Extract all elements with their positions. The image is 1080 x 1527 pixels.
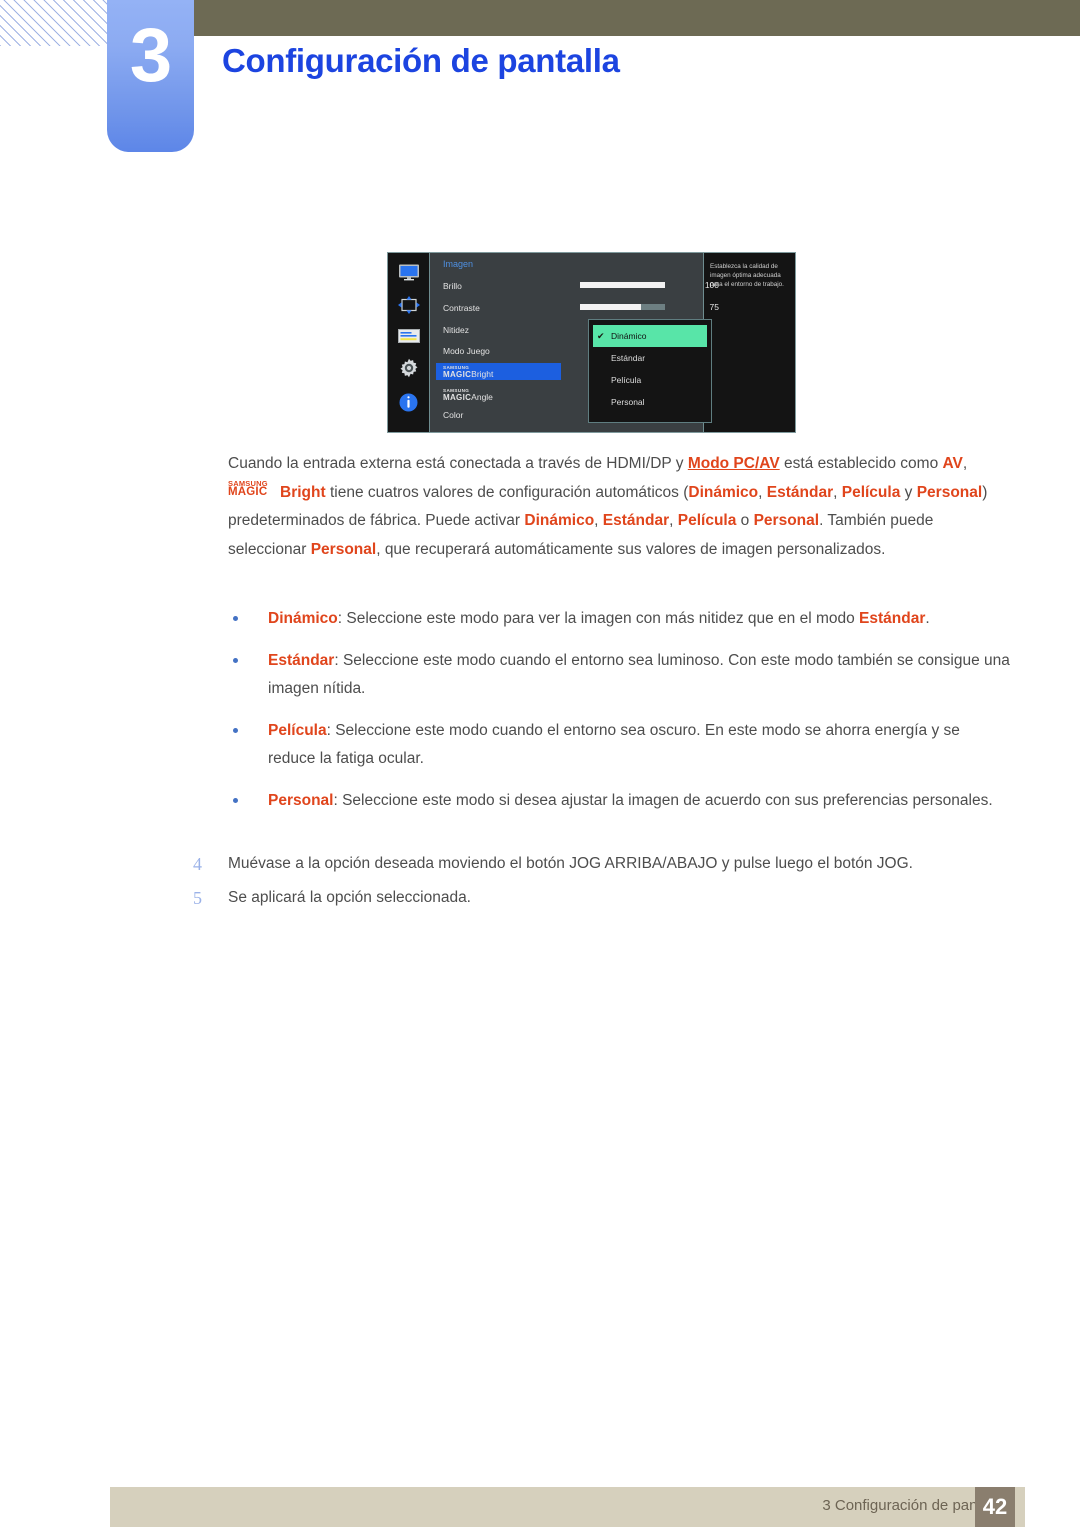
bullet-dot-icon <box>233 797 238 803</box>
submenu-item-pelicula[interactable]: Película <box>593 369 707 391</box>
osd-list-icon[interactable] <box>397 329 420 345</box>
check-icon: ✔ <box>597 331 605 341</box>
magicangle-suffix: Angle <box>471 391 493 402</box>
bullet-term: Película <box>268 721 327 739</box>
brillo-slider[interactable] <box>580 282 665 288</box>
para-text: y <box>900 483 917 501</box>
list-item: Película: Seleccione este modo cuando el… <box>228 717 1010 774</box>
submenu-item-dinamico[interactable]: ✔ Dinámico <box>593 325 707 347</box>
bullet-term: Estándar <box>268 651 335 669</box>
para-text: , <box>669 512 678 529</box>
step-number: 5 <box>193 887 202 908</box>
term-av: AV <box>942 455 963 472</box>
modo-pc-av-link[interactable]: Modo PC/AV <box>688 455 780 472</box>
osd-item-magicbright[interactable]: SAMSUNG MAGIC Bright <box>443 365 494 379</box>
submenu-item-label: Estándar <box>611 353 646 363</box>
magicbright-suffix: Bright <box>471 368 494 379</box>
para-text: , <box>594 512 603 529</box>
submenu-item-label: Personal <box>611 397 645 407</box>
step-item: 4 Muévase a la opción deseada moviendo e… <box>193 850 1023 879</box>
bullet-ref: Estándar <box>859 610 926 627</box>
para-text: , <box>833 483 842 501</box>
step-text: Se aplicará la opción seleccionada. <box>228 888 471 906</box>
term-estandar-2: Estándar <box>602 512 670 529</box>
osd-item-magicangle[interactable]: SAMSUNG MAGIC Angle <box>443 388 493 402</box>
para-text: está establecido como <box>779 455 943 472</box>
term-pelicula: Película <box>841 483 901 501</box>
osd-item-contraste[interactable]: Contraste <box>443 303 480 313</box>
header-olive-band <box>193 0 1080 36</box>
contraste-value: 75 <box>709 302 719 312</box>
magicbright-submenu: ✔ Dinámico Estándar Película Personal <box>588 319 712 423</box>
para-text: , que recuperará automáticamente sus val… <box>376 540 886 558</box>
info-icon[interactable] <box>399 393 418 414</box>
submenu-item-label: Película <box>611 375 642 385</box>
step-number: 4 <box>193 854 202 874</box>
submenu-item-personal[interactable]: Personal <box>593 391 707 413</box>
osd-item-modo-juego[interactable]: Modo Juego <box>443 346 490 356</box>
term-bright: Bright <box>280 483 326 501</box>
bullet-text: : Seleccione este modo si desea ajustar … <box>333 791 993 809</box>
bullet-term: Personal <box>268 791 334 809</box>
term-personal-3: Personal <box>310 540 377 558</box>
bullet-text: : Seleccione este modo para ver la image… <box>337 610 860 627</box>
main-paragraph: Cuando la entrada externa está conectada… <box>228 450 1010 564</box>
osd-menu-panel: Imagen Brillo 100 Contraste 75 Nitidez M… <box>430 253 719 432</box>
para-text: , <box>962 455 968 472</box>
para-text: Cuando la entrada externa está conectada… <box>228 455 688 472</box>
numbered-steps: 4 Muévase a la opción deseada moviendo e… <box>193 850 1023 917</box>
step-item: 5 Se aplicará la opción seleccionada. <box>193 884 1023 913</box>
osd-item-nitidez[interactable]: Nitidez <box>443 325 469 335</box>
chapter-number: 3 <box>129 13 172 98</box>
para-text: tiene cuatros valores de configuración a… <box>325 483 689 501</box>
list-item: Personal: Seleccione este modo si desea … <box>228 787 1010 816</box>
samsung-magic-logo-2: SAMSUNG MAGIC <box>443 388 472 402</box>
gear-icon[interactable] <box>399 358 419 380</box>
term-dinamico-2: Dinámico <box>524 512 595 529</box>
bullet-dot-icon <box>233 727 238 733</box>
contraste-slider[interactable] <box>580 304 665 310</box>
step-text: Muévase a la opción deseada moviendo el … <box>228 855 913 872</box>
osd-menu-title: Imagen <box>443 259 474 269</box>
osd-icon-rail <box>388 253 430 432</box>
term-dinamico: Dinámico <box>688 483 759 501</box>
monitor-icon[interactable] <box>398 264 420 283</box>
term-personal: Personal <box>916 483 983 501</box>
page-number-badge: 42 <box>975 1487 1015 1527</box>
osd-item-color[interactable]: Color <box>443 410 463 420</box>
bullet-dot-icon <box>233 616 238 621</box>
page-title: Configuración de pantalla <box>222 42 620 79</box>
resize-arrows-icon[interactable] <box>397 296 420 316</box>
list-item: Estándar: Seleccione este modo cuando el… <box>228 647 1010 704</box>
chapter-number-block: 3 <box>107 0 194 152</box>
bullet-list: Dinámico: Seleccione este modo para ver … <box>228 605 1010 828</box>
samsung-magic-inline-logo: SAMSUNG MAGIC <box>228 478 268 498</box>
term-personal-2: Personal <box>753 512 820 529</box>
list-item: Dinámico: Seleccione este modo para ver … <box>228 605 1010 634</box>
bullet-text-end: . <box>925 610 930 627</box>
submenu-item-estandar[interactable]: Estándar <box>593 347 707 369</box>
samsung-magic-logo: SAMSUNG MAGIC <box>443 365 472 379</box>
submenu-item-label: Dinámico <box>611 331 647 341</box>
para-text: , <box>758 483 767 501</box>
bullet-term: Dinámico <box>268 610 338 627</box>
para-text: o <box>736 512 754 529</box>
osd-item-brillo[interactable]: Brillo <box>443 281 462 291</box>
osd-screenshot: Imagen Brillo 100 Contraste 75 Nitidez M… <box>387 252 796 433</box>
brillo-value: 100 <box>704 280 719 290</box>
hatch-decoration <box>0 0 108 46</box>
bullet-text: : Seleccione este modo cuando el entorno… <box>268 651 1010 698</box>
bullet-text: : Seleccione este modo cuando el entorno… <box>268 721 960 768</box>
term-estandar: Estándar <box>766 483 834 501</box>
bullet-dot-icon <box>233 657 238 663</box>
term-pelicula-2: Película <box>677 512 737 529</box>
